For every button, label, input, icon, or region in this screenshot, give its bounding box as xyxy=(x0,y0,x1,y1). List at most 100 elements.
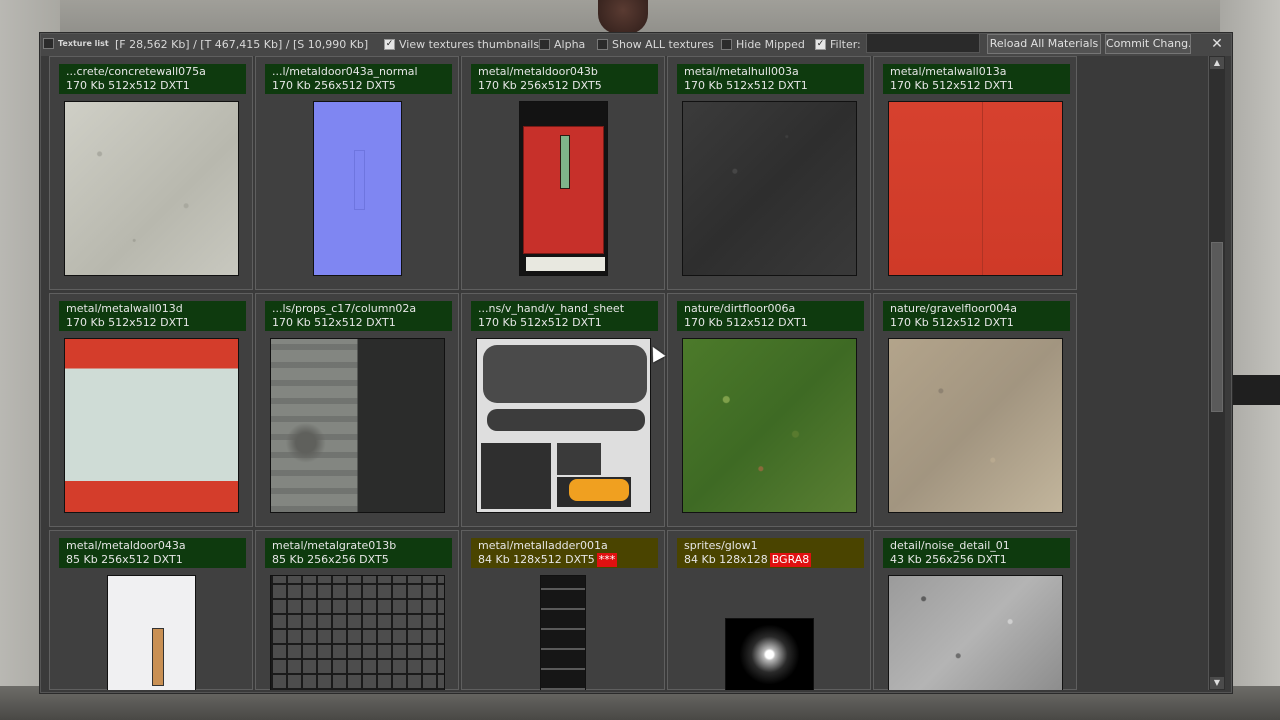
hand-texture-part xyxy=(481,443,551,509)
texture-name: nature/dirtfloor006a xyxy=(684,302,796,315)
panel-checkbox[interactable] xyxy=(43,38,54,49)
show-all-checkbox[interactable] xyxy=(597,39,608,50)
texture-card[interactable]: sprites/glow1 84 Kb 128x128 BGRA8 xyxy=(667,530,871,690)
texture-card[interactable]: ...l/metaldoor043a_normal 170 Kb 256x512 … xyxy=(255,56,459,290)
texture-thumbnail[interactable] xyxy=(682,338,857,513)
scrollbar-thumb[interactable] xyxy=(1211,242,1223,412)
texture-card[interactable]: metal/metalwall013d 170 Kb 512x512 DXT1 xyxy=(49,293,253,527)
texture-info-text: 170 Kb 512x512 DXT1 xyxy=(684,316,808,329)
door-kickplate xyxy=(526,257,605,271)
view-thumbnails-checkbox[interactable]: ✓ xyxy=(384,39,395,50)
texture-info: 85 Kb 256x256 DXT5 xyxy=(272,553,445,567)
texture-card[interactable]: metal/metaldoor043a 85 Kb 256x512 DXT1 xyxy=(49,530,253,690)
filter-input[interactable] xyxy=(866,33,980,53)
texture-name: metal/metalwall013a xyxy=(890,65,1007,78)
hand-texture-part xyxy=(557,443,601,475)
texture-thumbnail[interactable] xyxy=(540,575,586,690)
texture-label: detail/noise_detail_01 43 Kb 256x256 DXT1 xyxy=(883,538,1070,568)
texture-label: metal/metalhull003a 170 Kb 512x512 DXT1 xyxy=(677,64,864,94)
view-thumbnails-toggle[interactable]: ✓ View textures thumbnails xyxy=(384,38,539,51)
filter-toggle[interactable]: ✓ Filter: xyxy=(815,38,861,51)
texture-card[interactable]: metal/metalgrate013b 85 Kb 256x256 DXT5 xyxy=(255,530,459,690)
arrow-up-icon[interactable]: ▲ xyxy=(1210,57,1224,69)
filter-label: Filter: xyxy=(830,38,861,51)
texture-name: metal/metalwall013d xyxy=(66,302,183,315)
texture-thumbnail[interactable] xyxy=(725,618,814,690)
texture-thumbnail[interactable] xyxy=(270,575,445,690)
texture-label: metal/metalgrate013b 85 Kb 256x256 DXT5 xyxy=(265,538,452,568)
commit-changes-button[interactable]: Commit Chang. xyxy=(1105,34,1191,54)
view-thumbnails-label: View textures thumbnails xyxy=(399,38,540,51)
texture-name: sprites/glow1 xyxy=(684,539,758,552)
texture-info-text: 170 Kb 512x512 DXT1 xyxy=(478,316,602,329)
texture-thumbnail[interactable] xyxy=(682,101,857,276)
panel-title-text: Texture list xyxy=(58,39,109,48)
texture-info-text: 170 Kb 512x512 DXT1 xyxy=(272,316,396,329)
texture-info-text: 170 Kb 256x512 DXT5 xyxy=(272,79,396,92)
texture-label: ...ns/v_hand/v_hand_sheet 170 Kb 512x512 … xyxy=(471,301,658,331)
texture-info: 170 Kb 512x512 DXT1 xyxy=(890,79,1063,93)
panel-title: Texture list xyxy=(43,38,109,49)
texture-card[interactable]: metal/metalwall013a 170 Kb 512x512 DXT1 xyxy=(873,56,1077,290)
texture-thumbnail[interactable] xyxy=(888,101,1063,276)
show-all-toggle[interactable]: Show ALL textures xyxy=(597,38,714,51)
door-window xyxy=(560,135,570,189)
texture-info-text: 85 Kb 256x512 DXT1 xyxy=(66,553,183,566)
texture-label: sprites/glow1 84 Kb 128x128 BGRA8 xyxy=(677,538,864,568)
texture-card[interactable]: nature/gravelfloor004a 170 Kb 512x512 DXT… xyxy=(873,293,1077,527)
texture-card[interactable]: metal/metaldoor043b 170 Kb 256x512 DXT5 xyxy=(461,56,665,290)
texture-info: 43 Kb 256x256 DXT1 xyxy=(890,553,1063,567)
texture-card[interactable]: ...ls/props_c17/column02a 170 Kb 512x512 … xyxy=(255,293,459,527)
texture-label: nature/gravelfloor004a 170 Kb 512x512 DXT… xyxy=(883,301,1070,331)
texture-thumbnail[interactable] xyxy=(888,338,1063,513)
texture-info: 85 Kb 256x512 DXT1 xyxy=(66,553,239,567)
texture-name: ...l/metaldoor043a_normal xyxy=(272,65,418,78)
texture-name: metal/metaldoor043b xyxy=(478,65,598,78)
texture-card[interactable]: metal/metalladder001a 84 Kb 128x512 DXT5 *… xyxy=(461,530,665,690)
texture-name: metal/metalgrate013b xyxy=(272,539,397,552)
texture-info-text: 85 Kb 256x256 DXT5 xyxy=(272,553,389,566)
hand-texture-part xyxy=(487,409,645,431)
texture-thumbnail[interactable] xyxy=(519,101,608,276)
close-icon[interactable]: ✕ xyxy=(1209,36,1225,52)
texture-card[interactable]: ...ns/v_hand/v_hand_sheet 170 Kb 512x512 … xyxy=(461,293,665,527)
warning-badge: BGRA8 xyxy=(769,553,812,567)
hand-texture-part xyxy=(483,345,647,403)
alpha-toggle[interactable]: Alpha xyxy=(539,38,585,51)
texture-name: ...crete/concretewall075a xyxy=(66,65,206,78)
texture-info: 170 Kb 256x512 DXT5 xyxy=(478,79,651,93)
hide-mipped-toggle[interactable]: Hide Mipped xyxy=(721,38,805,51)
texture-card[interactable]: ...crete/concretewall075a 170 Kb 512x512 … xyxy=(49,56,253,290)
texture-label: ...ls/props_c17/column02a 170 Kb 512x512 … xyxy=(265,301,452,331)
texture-name: ...ls/props_c17/column02a xyxy=(272,302,417,315)
texture-card[interactable]: metal/metalhull003a 170 Kb 512x512 DXT1 xyxy=(667,56,871,290)
texture-label: metal/metaldoor043a 85 Kb 256x512 DXT1 xyxy=(59,538,246,568)
texture-thumbnail[interactable] xyxy=(107,575,196,690)
texture-info-text: 84 Kb 128x128 xyxy=(684,553,768,566)
texture-info: 170 Kb 512x512 DXT1 xyxy=(272,316,445,330)
texture-label: metal/metalwall013a 170 Kb 512x512 DXT1 xyxy=(883,64,1070,94)
scene-wall-fixture xyxy=(1228,375,1280,405)
texture-thumbnail[interactable] xyxy=(270,338,445,513)
texture-thumbnail[interactable] xyxy=(64,101,239,276)
texture-info-text: 170 Kb 512x512 DXT1 xyxy=(890,79,1014,92)
texture-thumbnail[interactable] xyxy=(313,101,402,276)
texture-grid: ...crete/concretewall075a 170 Kb 512x512 … xyxy=(49,56,1201,690)
texture-card[interactable]: detail/noise_detail_01 43 Kb 256x256 DXT1 xyxy=(873,530,1077,690)
texture-thumbnail[interactable] xyxy=(476,338,651,513)
texture-info-text: 170 Kb 512x512 DXT1 xyxy=(684,79,808,92)
texture-name: nature/gravelfloor004a xyxy=(890,302,1017,315)
texture-info: 170 Kb 512x512 DXT1 xyxy=(684,316,857,330)
reload-materials-button[interactable]: Reload All Materials xyxy=(987,34,1101,54)
texture-thumbnail[interactable] xyxy=(888,575,1063,690)
texture-card[interactable]: nature/dirtfloor006a 170 Kb 512x512 DXT1 xyxy=(667,293,871,527)
texture-name: metal/metaldoor043a xyxy=(66,539,186,552)
arrow-down-icon[interactable]: ▼ xyxy=(1210,677,1224,689)
hide-mipped-checkbox[interactable] xyxy=(721,39,732,50)
filter-checkbox[interactable]: ✓ xyxy=(815,39,826,50)
alpha-checkbox[interactable] xyxy=(539,39,550,50)
texture-thumbnail[interactable] xyxy=(64,338,239,513)
alpha-label: Alpha xyxy=(554,38,586,51)
texture-info: 170 Kb 256x512 DXT5 xyxy=(272,79,445,93)
vertical-scrollbar[interactable]: ▲ ▼ xyxy=(1208,56,1225,690)
